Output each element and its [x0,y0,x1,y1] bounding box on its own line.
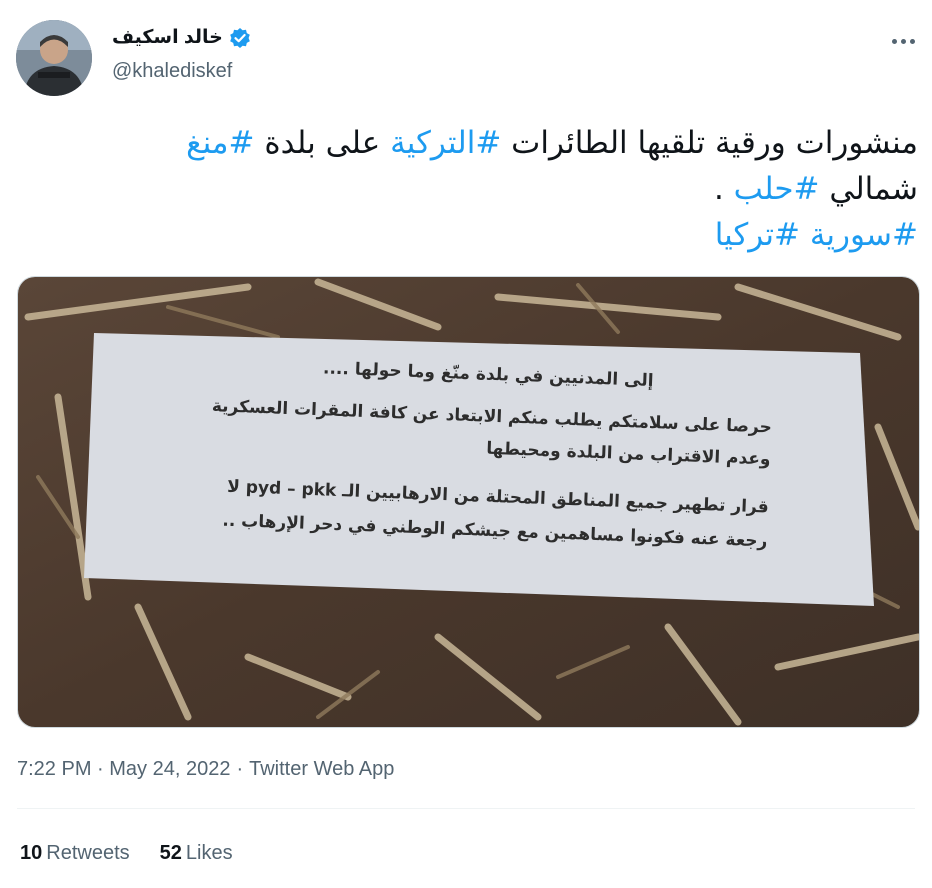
hashtag-link[interactable]: #سورية [810,217,918,253]
tweet-text-segment [800,217,810,253]
author-name-row[interactable]: خالد اسكيف [112,26,251,49]
retweets-stat[interactable]: 10 Retweets [20,842,130,865]
tweet-line-1: منشورات ورقية تلقيها الطائرات #التركية ع… [20,120,918,166]
tweet-text-segment: شمالي [819,171,918,207]
hashtag-link[interactable]: #حلب [734,171,820,207]
tweet-timestamp[interactable]: 7:22 PM · May 24, 2022 [17,758,230,781]
hashtag-link[interactable]: #منغ [186,125,254,161]
likes-label: Likes [185,842,233,864]
tweet-stats: 10 Retweets 52 Likes [20,842,233,865]
retweets-count: 10 [20,842,43,864]
tweet-meta: 7:22 PM · May 24, 2022 · Twitter Web App [17,758,394,781]
hashtag-link[interactable]: #التركية [390,125,501,161]
tweet-photo[interactable]: إلى المدنيين في بلدة منّغ وما حولها ....… [17,276,920,728]
tweet-text-segment: . [713,171,734,207]
hashtag-link[interactable]: #تركيا [715,217,800,253]
tweet-line-3: #سورية #تركيا [20,212,918,258]
author-avatar[interactable] [16,20,92,96]
tweet-text: منشورات ورقية تلقيها الطائرات #التركية ع… [20,120,918,258]
tweet-text-segment: على بلدة [254,125,391,161]
meta-separator: · [236,758,244,780]
tweet-text-segment: منشورات ورقية تلقيها الطائرات [501,125,918,161]
divider [17,808,915,809]
tweet-source-link[interactable]: Twitter Web App [249,758,394,781]
verified-badge-icon [229,27,251,49]
author-handle[interactable]: @khalediskef [112,60,232,83]
author-display-name[interactable]: خالد اسكيف [112,26,223,49]
tweet-line-2: شمالي #حلب . [20,166,918,212]
likes-count: 52 [159,842,182,864]
retweets-label: Retweets [46,842,130,864]
likes-stat[interactable]: 52 Likes [160,842,233,865]
more-options-icon[interactable] [886,30,920,52]
